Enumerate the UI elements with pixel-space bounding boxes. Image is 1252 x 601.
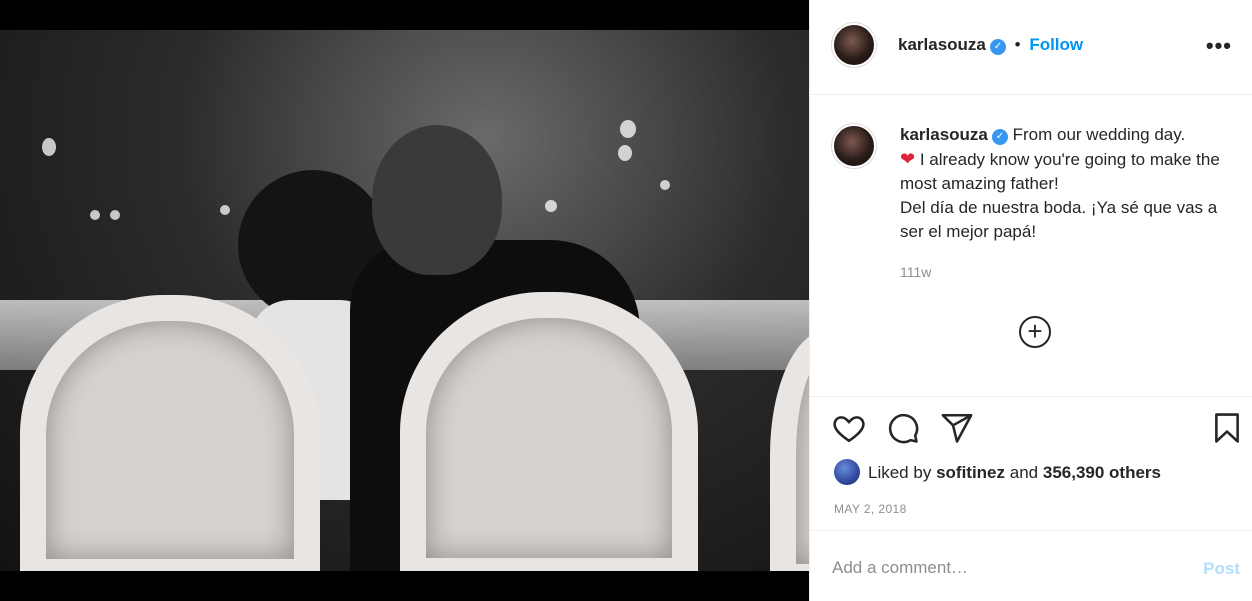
post-date[interactable]: MAY 2, 2018 [834,502,907,516]
light-decor [620,120,636,138]
author-avatar[interactable] [832,23,876,67]
bookmark-icon[interactable] [1210,411,1244,445]
separator-dot: • [1014,35,1021,54]
likes-prefix: Liked by [868,463,932,482]
chair-right [400,292,698,571]
caption-line3: Del día de nuestra boda. ¡Ya sé que vas … [900,198,1218,241]
comment-input[interactable] [832,553,1162,583]
follow-button[interactable]: Follow [1029,35,1083,54]
light-decor [110,210,120,220]
caption-section: karlasouza ✓ From our wedding day. ❤ I al… [810,96,1252,396]
verified-badge-icon: ✓ [989,39,1006,55]
comment-icon[interactable] [886,411,920,445]
post-sidebar: karlasouza ✓ • Follow ••• karlasouza ✓ Fro… [809,0,1252,601]
caption-avatar[interactable] [832,124,876,168]
heart-icon[interactable] [832,411,866,445]
verified-badge-icon: ✓ [991,129,1008,145]
light-decor [545,200,557,212]
post-photo[interactable] [0,30,809,571]
likes-summary: Liked by sofitinez and 356,390 others [834,459,1161,485]
liker-username[interactable]: sofitinez [936,463,1005,482]
more-options-icon[interactable]: ••• [1206,33,1232,59]
caption-line2: I already know you're going to make the … [900,150,1220,193]
comment-section: Post [810,530,1252,601]
light-decor [90,210,100,220]
post-header: karlasouza ✓ • Follow ••• [810,0,1252,95]
author-username[interactable]: karlasouza [898,35,986,54]
chair-left [20,295,320,571]
liker-avatar[interactable] [834,459,860,485]
post-comment-button[interactable]: Post [1203,559,1240,579]
red-heart-emoji: ❤ [900,149,916,169]
action-section: Liked by sofitinez and 356,390 others MA… [810,396,1252,530]
caption-text: karlasouza ✓ From our wedding day. ❤ I al… [900,123,1230,244]
likes-count[interactable]: 356,390 others [1043,463,1161,482]
post-media[interactable] [0,0,809,601]
plus-circle-icon[interactable]: + [1019,316,1051,348]
caption-timestamp[interactable]: 111w [900,264,931,280]
light-decor [42,138,56,156]
likes-middle: and [1009,463,1039,482]
author-line: karlasouza ✓ • Follow [898,35,1083,55]
light-decor [220,205,230,215]
groom-head [372,125,502,275]
light-decor [660,180,670,190]
light-decor [618,145,632,161]
caption-line1: From our wedding day. [1012,125,1186,144]
share-icon[interactable] [940,411,974,445]
caption-username[interactable]: karlasouza [900,125,988,144]
